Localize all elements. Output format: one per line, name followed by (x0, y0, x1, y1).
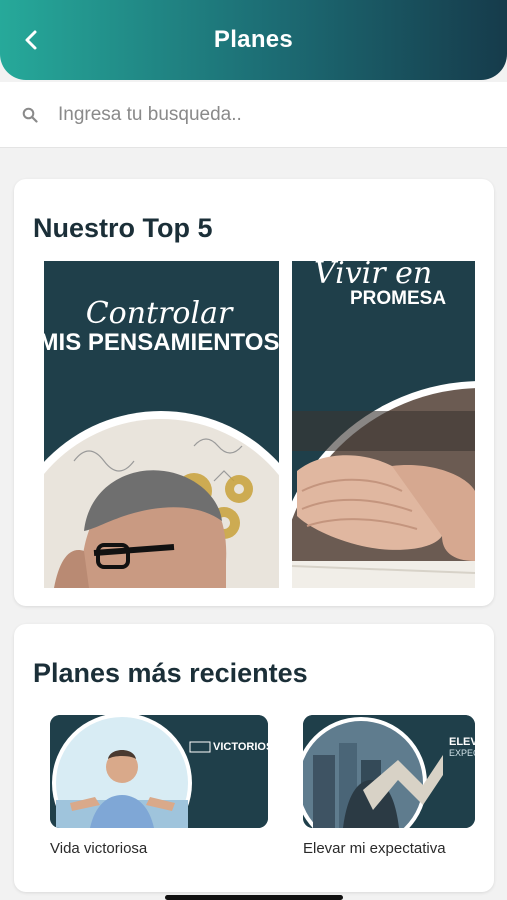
plan-cover-image: Vivir en PROMESA (292, 261, 475, 588)
plan-script-text: Controlar (86, 296, 234, 331)
plan-thumbnail: VICTORIOSA (50, 715, 268, 828)
plan-label: Elevar mi expectativa (303, 840, 446, 857)
plan-card-controlar[interactable]: Controlar MIS PENSAMIENTOS (44, 261, 279, 588)
recent-section: Planes más recientes VICTORIOSA Vida vic… (14, 624, 494, 892)
home-indicator (165, 895, 343, 900)
top5-section: Nuestro Top 5 Controlar MIS PENSAMIENTOS (14, 179, 494, 606)
recent-title: Planes más recientes (33, 658, 308, 688)
thumb-subtitle: EXPEC (449, 748, 475, 758)
plan-cover-image: Controlar MIS PENSAMIENTOS (44, 261, 279, 588)
plan-card-vivir-en-promesa[interactable]: Vivir en PROMESA (292, 261, 475, 588)
top5-title: Nuestro Top 5 (33, 213, 213, 243)
plan-headline: PROMESA (350, 288, 446, 309)
thumb-title: VICTORIOSA (213, 741, 268, 753)
plan-script-text: Vivir en (314, 261, 432, 291)
recent-plan-vida-victoriosa[interactable]: VICTORIOSA Vida victoriosa (50, 715, 268, 857)
plan-thumbnail: ELEV EXPEC (303, 715, 475, 828)
search-input[interactable] (58, 103, 458, 126)
search-bar[interactable] (0, 82, 507, 148)
thumb-title: ELEV (449, 736, 475, 748)
plan-headline: MIS PENSAMIENTOS (44, 329, 279, 356)
page-title: Planes (213, 26, 294, 53)
search-icon (22, 107, 38, 123)
recent-plan-elevar-mi-expectativa[interactable]: ELEV EXPEC Elevar mi expectativa (303, 715, 475, 857)
app-header: Planes (0, 0, 507, 80)
plan-label: Vida victoriosa (50, 840, 148, 857)
